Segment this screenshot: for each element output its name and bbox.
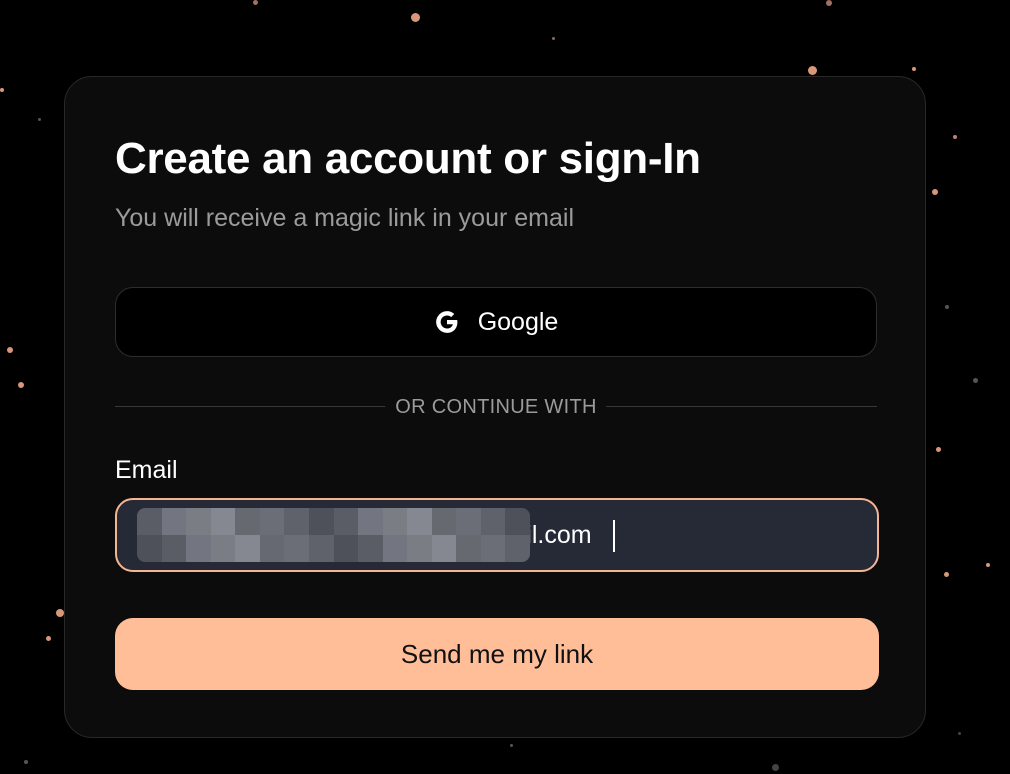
redaction-pixel [259, 535, 285, 562]
redaction-pixel [407, 535, 432, 562]
redaction-pixel [505, 508, 530, 535]
redacted-email-overlay [137, 508, 530, 562]
redaction-pixel [382, 535, 408, 562]
particle-dot [953, 135, 957, 139]
particle-dot [808, 66, 817, 75]
send-link-button[interactable]: Send me my link [115, 618, 879, 690]
particle-dot [986, 563, 990, 567]
particle-dot [932, 189, 938, 195]
particle-dot [253, 0, 258, 5]
particle-dot [18, 382, 24, 388]
redaction-pixel [161, 508, 187, 535]
redaction-pixel [456, 508, 481, 535]
redaction-pixel [186, 535, 211, 562]
redaction-pixel [137, 535, 162, 562]
redaction-pixel [235, 535, 260, 562]
redaction-pixel [431, 535, 457, 562]
particle-dot [958, 732, 961, 735]
particle-dot [945, 305, 949, 309]
particle-dot [944, 572, 949, 577]
redaction-pixel [308, 535, 334, 562]
page-title: Create an account or sign-In [115, 134, 701, 183]
redaction-pixel [358, 535, 383, 562]
particle-dot [24, 760, 28, 764]
particle-dot [0, 88, 4, 92]
particle-dot [936, 447, 941, 452]
particle-dot [912, 67, 916, 71]
text-caret [613, 520, 615, 552]
sign-in-card: Create an account or sign-In You will re… [64, 76, 926, 738]
redaction-pixel [407, 508, 432, 535]
redaction-pixel [210, 535, 236, 562]
page-background: Create an account or sign-In You will re… [0, 0, 1010, 774]
google-g-icon [435, 311, 458, 333]
send-link-button-label: Send me my link [400, 638, 594, 669]
redaction-pixel [505, 535, 530, 562]
particle-dot [973, 378, 978, 383]
redaction-pixel [259, 508, 285, 535]
redaction-pixel [161, 535, 187, 562]
particle-dot [7, 347, 13, 353]
redaction-pixel [431, 508, 457, 535]
particle-dot [552, 37, 555, 40]
google-sign-in-button[interactable]: Google [115, 287, 877, 357]
redaction-pixel [480, 535, 506, 562]
redaction-pixel [456, 535, 481, 562]
redaction-pixel [186, 508, 211, 535]
redaction-pixel [480, 508, 506, 535]
particle-dot [510, 744, 513, 747]
email-label: Email [115, 456, 178, 484]
particle-dot [46, 636, 51, 641]
redaction-pixel [333, 508, 359, 535]
google-button-label: Google [477, 307, 559, 336]
particle-dot [826, 0, 832, 6]
particle-dot [772, 764, 779, 771]
redaction-pixel [308, 508, 334, 535]
redaction-pixel [210, 508, 236, 535]
page-subtitle: You will receive a magic link in your em… [115, 204, 574, 232]
redaction-pixel [284, 508, 309, 535]
redaction-pixel [137, 508, 162, 535]
particle-dot [411, 13, 420, 22]
email-field[interactable] [115, 498, 879, 572]
or-divider: OR CONTINUE WITH [115, 395, 877, 419]
redaction-pixel [358, 508, 383, 535]
redaction-pixel [284, 535, 309, 562]
particle-dot [56, 609, 64, 617]
divider-text: OR CONTINUE WITH [385, 395, 607, 419]
redaction-pixel [333, 535, 359, 562]
redaction-pixel [235, 508, 260, 535]
particle-dot [38, 118, 41, 121]
redaction-pixel [382, 508, 408, 535]
